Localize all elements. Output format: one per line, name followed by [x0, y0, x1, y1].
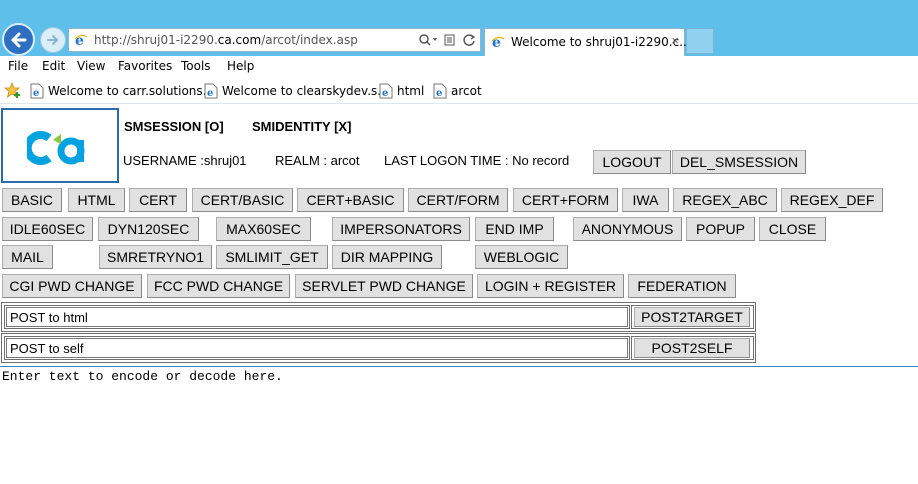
- servlet-pwd-change-button[interactable]: SERVLET PWD CHANGE: [295, 274, 473, 298]
- svg-text:e: e: [436, 88, 442, 99]
- svg-text:e: e: [207, 88, 213, 99]
- favorite-link-carr[interactable]: e Welcome to carr.solutions....: [30, 83, 218, 99]
- post-self-input[interactable]: POST to self: [6, 338, 628, 358]
- menu-tools[interactable]: Tools: [181, 59, 211, 73]
- ca-logo: [1, 108, 119, 183]
- weblogic-button[interactable]: WEBLOGIC: [475, 245, 568, 269]
- favorite-link-arcot[interactable]: e arcot: [433, 83, 482, 99]
- forward-arrow-icon: [47, 35, 58, 45]
- favorites-star-icon[interactable]: [4, 82, 22, 100]
- page-icon: e: [379, 83, 393, 99]
- anonymous-button[interactable]: ANONYMOUS: [573, 217, 682, 241]
- smidentity-status: SMIDENTITY [X]: [252, 119, 352, 134]
- fcc-pwd-change-button[interactable]: FCC PWD CHANGE: [147, 274, 290, 298]
- post-html-form: POST to html POST2TARGET: [1, 302, 756, 332]
- popup-button[interactable]: POPUP: [686, 217, 755, 241]
- max60sec-button[interactable]: MAX60SEC: [216, 217, 311, 241]
- menu-view[interactable]: View: [77, 59, 105, 73]
- cert-button[interactable]: CERT: [129, 188, 187, 212]
- browser-title-bar: e http://shruj01-i2290.ca.com/arcot/inde…: [0, 0, 918, 56]
- close-button[interactable]: CLOSE: [759, 217, 826, 241]
- realm-text: REALM : arcot: [275, 153, 360, 168]
- menu-help[interactable]: Help: [227, 59, 254, 73]
- smlimit-get-button[interactable]: SMLIMIT_GET: [216, 245, 328, 269]
- logout-button[interactable]: LOGOUT: [593, 150, 671, 174]
- cert-basic-button[interactable]: CERT/BASIC: [192, 188, 293, 212]
- iwa-button[interactable]: IWA: [622, 188, 669, 212]
- new-tab-button[interactable]: [686, 28, 714, 54]
- favorite-link-html[interactable]: e html: [379, 83, 424, 99]
- page-icon: e: [433, 83, 447, 99]
- cert-form-button[interactable]: CERT/FORM: [408, 188, 508, 212]
- menu-edit[interactable]: Edit: [42, 59, 65, 73]
- login-register-button[interactable]: LOGIN + REGISTER: [477, 274, 624, 298]
- basic-button[interactable]: BASIC: [2, 188, 62, 212]
- smsession-status: SMSESSION [O]: [124, 119, 224, 134]
- favorite-link-clearskydev[interactable]: e Welcome to clearskydev.s...: [204, 83, 389, 99]
- address-url[interactable]: http://shruj01-i2290.ca.com/arcot/index.…: [94, 33, 358, 47]
- ie-tab-icon: e: [491, 35, 505, 51]
- encode-decode-textarea[interactable]: Enter text to encode or decode here.: [2, 369, 283, 384]
- username-text: USERNAME :shruj01: [123, 153, 247, 168]
- back-arrow-icon: [11, 32, 26, 47]
- menu-favorites[interactable]: Favorites: [118, 59, 172, 73]
- address-bar[interactable]: e http://shruj01-i2290.ca.com/arcot/inde…: [68, 28, 481, 52]
- search-icon[interactable]: [418, 33, 438, 47]
- section-divider: [0, 366, 918, 367]
- tab-title: Welcome to shruj01-i2290.c...: [511, 35, 691, 49]
- svg-text:e: e: [382, 88, 388, 99]
- end-imp-button[interactable]: END IMP: [475, 217, 554, 241]
- smretryno1-button[interactable]: SMRETRYNO1: [99, 245, 212, 269]
- regex-abc-button[interactable]: REGEX_ABC: [673, 188, 777, 212]
- page-icon: e: [30, 83, 44, 99]
- ie-page-icon: e: [74, 33, 88, 49]
- impersonators-button[interactable]: IMPERSONATORS: [332, 217, 470, 241]
- regex-def-button[interactable]: REGEX_DEF: [781, 188, 883, 212]
- dir-mapping-button[interactable]: DIR MAPPING: [332, 245, 442, 269]
- post2target-button[interactable]: POST2TARGET: [634, 307, 750, 327]
- favorites-bar: e Welcome to carr.solutions.... e Welcom…: [0, 78, 918, 104]
- post2self-button[interactable]: POST2SELF: [634, 338, 750, 358]
- mail-button[interactable]: MAIL: [2, 245, 53, 269]
- ca-logo-graphic: [27, 131, 85, 165]
- close-tab-icon[interactable]: ×: [671, 33, 679, 48]
- cert-plus-basic-button[interactable]: CERT+BASIC: [297, 188, 404, 212]
- del-smsession-button[interactable]: DEL_SMSESSION: [672, 150, 806, 174]
- post-self-form: POST to self POST2SELF: [1, 333, 756, 363]
- cgi-pwd-change-button[interactable]: CGI PWD CHANGE: [2, 274, 142, 298]
- last-logon-text: LAST LOGON TIME : No record: [384, 153, 570, 168]
- back-button[interactable]: [2, 23, 35, 56]
- browser-tab-active[interactable]: e Welcome to shruj01-i2290.c... ×: [484, 28, 691, 56]
- idle60sec-button[interactable]: IDLE60SEC: [2, 217, 93, 241]
- page-icon: e: [204, 83, 218, 99]
- refresh-icon[interactable]: [462, 33, 476, 47]
- post-html-input[interactable]: POST to html: [6, 307, 628, 327]
- dyn120sec-button[interactable]: DYN120SEC: [98, 217, 199, 241]
- cert-plus-form-button[interactable]: CERT+FORM: [513, 188, 618, 212]
- html-button[interactable]: HTML: [68, 188, 125, 212]
- compatibility-view-icon[interactable]: [444, 33, 456, 47]
- federation-button[interactable]: FEDERATION: [628, 274, 736, 298]
- svg-text:e: e: [33, 88, 39, 99]
- forward-button[interactable]: [40, 27, 66, 53]
- menu-file[interactable]: File: [8, 59, 28, 73]
- menu-bar: File Edit View Favorites Tools Help: [0, 56, 918, 78]
